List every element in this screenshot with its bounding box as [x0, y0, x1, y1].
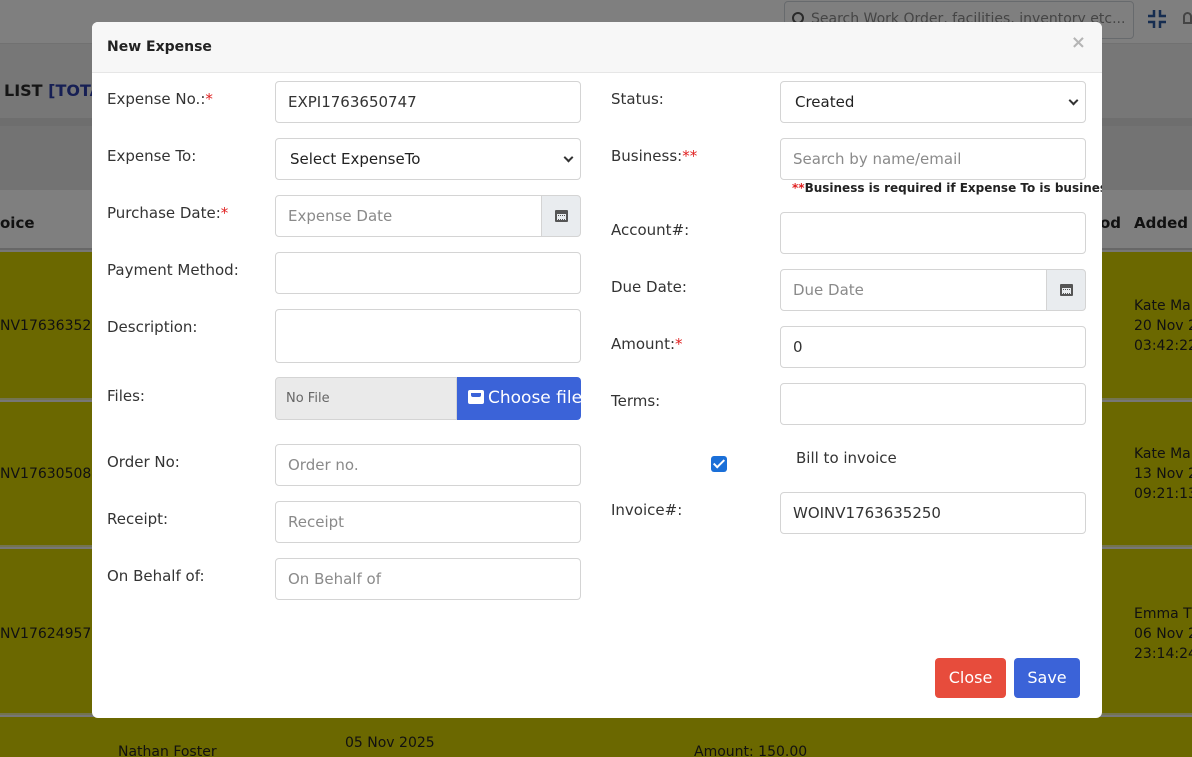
choose-file-button[interactable]: Choose file [457, 377, 583, 420]
help-text: Business is required if Expense To is bu… [804, 181, 1102, 195]
business-label: Business:** [611, 147, 697, 165]
required-mark: ** [682, 147, 698, 165]
expense-no-label-text: Expense No.: [107, 90, 206, 108]
required-mark: * [220, 204, 229, 222]
receipt-input[interactable]: Receipt [275, 501, 581, 543]
calendar-icon [555, 210, 568, 222]
business-help-text: **Business is required if Expense To is … [792, 181, 1102, 195]
business-label-text: Business: [611, 147, 683, 165]
account-input[interactable] [780, 212, 1086, 254]
order-no-input[interactable]: Order no. [275, 444, 581, 486]
amount-label-text: Amount: [611, 335, 675, 353]
bill-to-invoice-checkbox[interactable] [711, 456, 727, 472]
files-label: Files: [107, 387, 145, 405]
status-select[interactable]: Created [780, 81, 1086, 123]
purchase-date-calendar-button[interactable] [541, 195, 581, 237]
chevron-down-icon [1068, 95, 1079, 106]
inbox-icon [468, 390, 484, 404]
expense-no-input[interactable]: EXPI1763650747 [275, 81, 581, 123]
receipt-label: Receipt: [107, 510, 169, 528]
calendar-icon [1060, 284, 1073, 296]
account-label: Account#: [611, 221, 690, 239]
terms-input[interactable] [780, 383, 1086, 425]
new-expense-modal: New Expense × Expense No.:* EXPI17636507… [92, 22, 1102, 718]
chevron-down-icon [563, 152, 574, 163]
purchase-date-label: Purchase Date:* [107, 204, 228, 222]
save-button[interactable]: Save [1014, 658, 1080, 698]
expense-no-label: Expense No.:* [107, 90, 213, 108]
on-behalf-of-label: On Behalf of: [107, 567, 205, 585]
expense-to-select[interactable]: Select ExpenseTo [275, 138, 581, 180]
purchase-date-input[interactable]: Expense Date [275, 195, 542, 237]
close-button[interactable]: Close [935, 658, 1006, 698]
amount-input[interactable]: 0 [780, 326, 1086, 368]
status-label: Status: [611, 90, 664, 108]
modal-title: New Expense [107, 39, 212, 55]
due-date-input[interactable]: Due Date [780, 269, 1047, 311]
required-mark: * [675, 335, 683, 353]
help-mark: ** [792, 181, 805, 195]
order-no-label: Order No: [107, 453, 180, 471]
due-date-label: Due Date: [611, 278, 687, 296]
payment-method-input[interactable] [275, 252, 581, 294]
invoice-input[interactable]: WOINV1763635250 [780, 492, 1086, 534]
file-name-display: No File [275, 377, 457, 420]
expense-to-label: Expense To: [107, 147, 197, 165]
amount-label: Amount:* [611, 335, 683, 353]
description-textarea[interactable] [275, 309, 581, 363]
due-date-calendar-button[interactable] [1046, 269, 1086, 311]
payment-method-label: Payment Method: [107, 261, 239, 279]
on-behalf-of-input[interactable]: On Behalf of [275, 558, 581, 600]
terms-label: Terms: [611, 392, 661, 410]
invoice-label: Invoice#: [611, 501, 683, 519]
choose-file-label: Choose file [488, 388, 583, 408]
modal-header: New Expense × [92, 22, 1102, 73]
expense-to-value: Select ExpenseTo [290, 150, 421, 168]
description-label: Description: [107, 318, 198, 336]
bill-to-invoice-label[interactable]: Bill to invoice [796, 449, 897, 467]
close-icon[interactable]: × [1071, 32, 1086, 53]
business-search-input[interactable]: Search by name/email [780, 138, 1086, 180]
purchase-date-label-text: Purchase Date: [107, 204, 221, 222]
status-value: Created [795, 93, 855, 111]
required-mark: * [205, 90, 213, 108]
